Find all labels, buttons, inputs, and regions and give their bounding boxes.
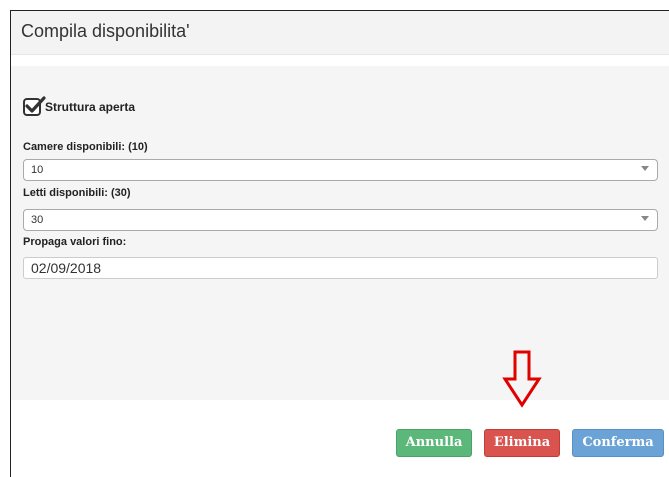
chevron-down-icon (641, 166, 649, 171)
struttura-aperta-row[interactable]: Struttura aperta (23, 96, 136, 116)
propaga-value: 02/09/2018 (31, 260, 102, 276)
elimina-button[interactable]: Elimina (484, 429, 560, 457)
letti-label: Letti disponibili: (30) (23, 187, 131, 199)
letti-value: 30 (31, 214, 44, 226)
chevron-down-icon (641, 216, 649, 221)
dialog-title: Compila disponibilita' (21, 21, 190, 41)
camere-select[interactable]: 10 (23, 159, 658, 181)
propaga-label: Propaga valori fino: (23, 236, 127, 248)
camere-label: Camere disponibili: (10) (23, 141, 148, 153)
conferma-button[interactable]: Conferma (572, 429, 664, 457)
arrow-down-icon (502, 350, 542, 408)
letti-select[interactable]: 30 (23, 209, 658, 231)
struttura-aperta-label: Struttura aperta (45, 100, 136, 114)
camere-value: 10 (31, 164, 44, 176)
dialog-body: Struttura aperta Camere disponibili: (10… (11, 66, 669, 400)
check-icon (25, 96, 46, 113)
annulla-button[interactable]: Annulla (396, 429, 472, 457)
dialog: Compila disponibilita' Struttura aperta … (10, 10, 669, 477)
dialog-header: Compila disponibilita' (11, 11, 669, 55)
propaga-date-input[interactable]: 02/09/2018 (23, 257, 658, 279)
struttura-aperta-checkbox[interactable] (23, 96, 46, 116)
